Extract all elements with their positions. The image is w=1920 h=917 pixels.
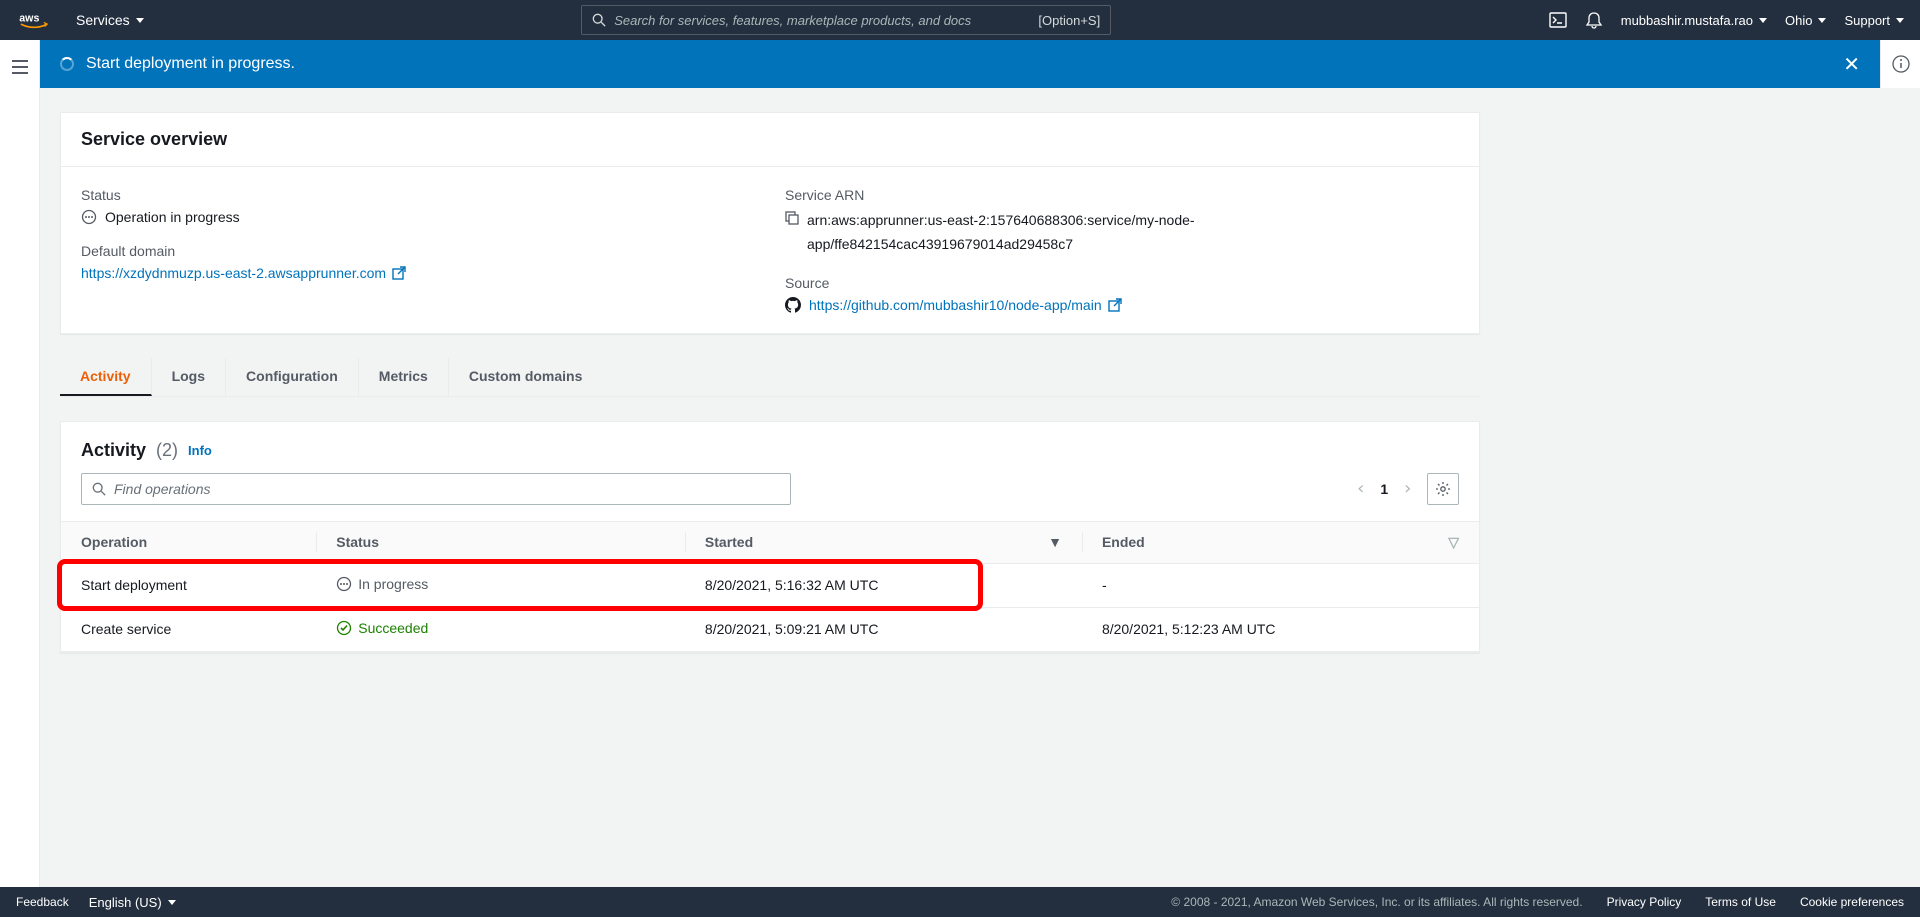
cell-ended: - [1082,563,1479,607]
close-icon[interactable]: ✕ [1843,52,1860,77]
spinner-icon [60,57,74,71]
activity-count: (2) [156,440,178,461]
activity-title: Activity [81,440,146,461]
footer: Feedback English (US) © 2008 - 2021, Ama… [0,887,1920,917]
language-label: English (US) [89,895,162,910]
service-overview-panel: Service overview Status Operation in pro… [60,112,1480,334]
find-operations[interactable] [81,473,791,505]
notifications-icon[interactable] [1585,11,1603,29]
sort-desc-icon: ▼ [1048,534,1062,550]
copyright: © 2008 - 2021, Amazon Web Services, Inc.… [1171,895,1582,909]
progress-icon [336,576,352,592]
prev-page-icon[interactable]: ‹ [1356,480,1367,498]
caret-down-icon [1818,18,1826,23]
table-settings-button[interactable] [1427,473,1459,505]
region-menu[interactable]: Ohio [1785,13,1826,28]
col-ended[interactable]: Ended▽ [1082,521,1479,563]
support-menu[interactable]: Support [1844,13,1904,28]
arn-value: arn:aws:apprunner:us-east-2:157640688306… [807,209,1459,257]
source-label: Source [785,275,1459,291]
tab-activity[interactable]: Activity [60,358,152,396]
info-panel-toggle[interactable] [1880,40,1920,88]
caret-down-icon [168,900,176,905]
table-row[interactable]: Create service Succeeded 8/20/2021, 5:09… [61,607,1479,651]
svg-text:aws: aws [19,13,39,25]
sort-icon: ▽ [1448,534,1459,551]
user-name: mubbashir.mustafa.rao [1621,13,1753,28]
external-link-icon [1108,298,1122,312]
default-domain-link[interactable]: https://xzdydnmuzp.us-east-2.awsapprunne… [81,265,406,281]
caret-down-icon [1759,18,1767,23]
support-label: Support [1844,13,1890,28]
tab-configuration[interactable]: Configuration [226,358,359,396]
activity-table: Operation Status Started▼ Ended▽ Start d… [61,521,1479,652]
flash-banner: Start deployment in progress. ✕ [40,40,1880,88]
copy-icon[interactable] [785,211,799,225]
status-label: Status [81,187,755,203]
search-icon [92,482,106,496]
activity-info-link[interactable]: Info [188,443,212,458]
cell-ended: 8/20/2021, 5:12:23 AM UTC [1082,607,1479,651]
find-input[interactable] [114,481,780,497]
success-icon [336,620,352,636]
activity-panel: Activity (2) Info ‹ 1 › [60,421,1480,653]
domain-url: https://xzdydnmuzp.us-east-2.awsapprunne… [81,265,386,281]
side-rail [0,40,40,887]
caret-down-icon [136,18,144,23]
progress-icon [81,209,97,225]
cookies-link[interactable]: Cookie preferences [1800,895,1904,909]
tab-custom-domains[interactable]: Custom domains [449,358,603,396]
status-value: Operation in progress [105,209,240,225]
col-operation[interactable]: Operation [61,521,316,563]
cell-operation: Create service [61,607,316,651]
services-label: Services [76,12,130,28]
page-number: 1 [1380,481,1388,497]
next-page-icon[interactable]: › [1402,480,1413,498]
aws-logo[interactable]: aws [16,11,52,29]
search-input[interactable] [614,13,1030,28]
hamburger-icon[interactable] [12,60,28,887]
account-menu[interactable]: mubbashir.mustafa.rao [1621,13,1767,28]
source-url: https://github.com/mubbashir10/node-app/… [809,297,1102,313]
external-link-icon [392,266,406,280]
table-row[interactable]: Start deployment In progress 8/20/2021, … [61,563,1479,607]
language-selector[interactable]: English (US) [89,895,176,910]
cell-started: 8/20/2021, 5:16:32 AM UTC [685,563,1082,607]
domain-label: Default domain [81,243,755,259]
region-name: Ohio [1785,13,1812,28]
tab-metrics[interactable]: Metrics [359,358,449,396]
search-icon [592,13,606,27]
caret-down-icon [1896,18,1904,23]
info-icon [1892,55,1910,73]
privacy-link[interactable]: Privacy Policy [1607,895,1682,909]
pagination: ‹ 1 › [1356,473,1459,505]
terms-link[interactable]: Terms of Use [1705,895,1776,909]
tab-logs[interactable]: Logs [152,358,226,396]
feedback-link[interactable]: Feedback [16,895,69,909]
services-menu[interactable]: Services [76,12,144,28]
tabs: Activity Logs Configuration Metrics Cust… [60,358,1480,397]
github-icon [785,297,801,313]
col-started[interactable]: Started▼ [685,521,1082,563]
overview-title: Service overview [61,113,1479,167]
source-link[interactable]: https://github.com/mubbashir10/node-app/… [809,297,1122,313]
global-search[interactable]: [Option+S] [581,5,1111,35]
arn-label: Service ARN [785,187,1459,203]
cell-operation: Start deployment [61,563,316,607]
status-badge: Succeeded [336,620,428,636]
cell-started: 8/20/2021, 5:09:21 AM UTC [685,607,1082,651]
banner-message: Start deployment in progress. [86,55,295,73]
top-nav: aws Services [Option+S] mubbashir.mustaf… [0,0,1920,40]
search-shortcut: [Option+S] [1038,13,1100,28]
col-status[interactable]: Status [316,521,685,563]
gear-icon [1435,481,1451,497]
status-badge: In progress [336,576,428,592]
cloudshell-icon[interactable] [1549,11,1567,29]
